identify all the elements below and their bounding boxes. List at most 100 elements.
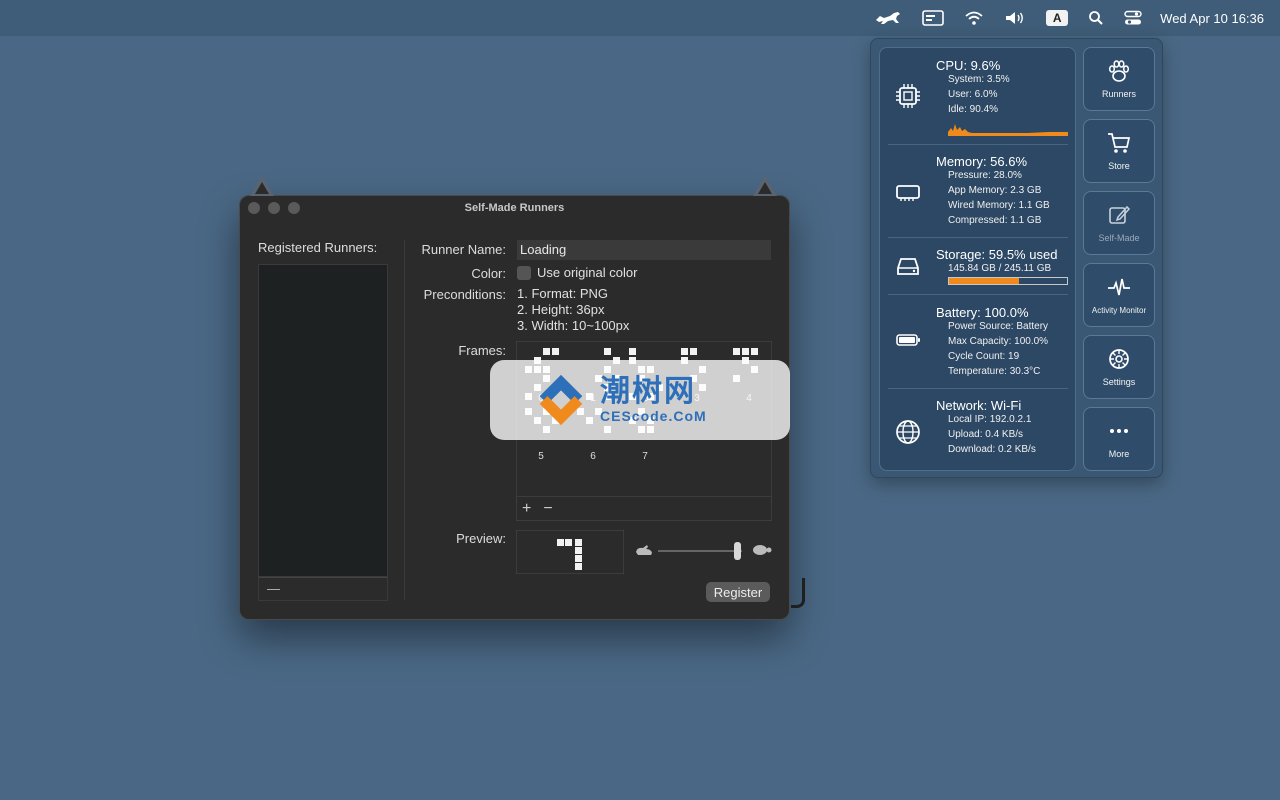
memory-compressed: Compressed: 1.1 GB xyxy=(948,215,1042,226)
memory-wired: Wired Memory: 1.1 GB xyxy=(948,200,1050,211)
preconditions-label: Preconditions: xyxy=(423,287,506,302)
watermark-logo-icon xyxy=(539,374,583,426)
input-source-icon[interactable]: A xyxy=(1036,0,1078,36)
precondition-item: 2. Height: 36px xyxy=(517,302,605,317)
register-button[interactable]: Register xyxy=(706,582,770,602)
vertical-divider xyxy=(404,240,405,600)
cart-icon xyxy=(1108,133,1131,153)
precondition-item: 3. Width: 10~100px xyxy=(517,318,630,333)
frame-pixel xyxy=(690,348,697,355)
store-button[interactable]: Store xyxy=(1083,119,1155,183)
registered-runners-label: Registered Runners: xyxy=(258,240,378,255)
control-center-icon[interactable] xyxy=(1114,0,1152,36)
slider-thumb[interactable] xyxy=(733,542,741,560)
rabbit-icon xyxy=(636,545,652,555)
remove-frame-button[interactable]: − xyxy=(543,500,552,518)
menu-clock[interactable]: Wed Apr 10 16:36 xyxy=(1152,11,1264,26)
memory-app: App Memory: 2.3 GB xyxy=(948,185,1042,196)
frames-label: Frames: xyxy=(458,343,506,358)
cpu-icon xyxy=(896,84,920,108)
slider-track[interactable] xyxy=(658,550,742,552)
storage-title: Storage: 59.5% used xyxy=(936,247,1058,262)
network-local-ip: Local IP: 192.0.2.1 xyxy=(948,414,1032,425)
precondition-item: 1. Format: PNG xyxy=(517,286,609,301)
network-title: Network: Wi-Fi xyxy=(936,398,1022,413)
cpu-title: CPU: 9.6% xyxy=(936,58,1001,73)
memory-title: Memory: 56.6% xyxy=(936,154,1028,169)
turtle-icon xyxy=(753,545,772,555)
storage-usage-fill xyxy=(949,278,1020,284)
menu-bar: A Wed Apr 10 16:36 xyxy=(0,0,1280,36)
battery-temperature: Temperature: 30.3°C xyxy=(948,366,1041,377)
spotlight-search-icon[interactable] xyxy=(1078,0,1114,36)
settings-button[interactable]: Settings xyxy=(1083,335,1155,399)
store-button-label: Store xyxy=(1108,161,1130,171)
frame-pixel xyxy=(552,348,559,355)
display-icon[interactable] xyxy=(912,0,954,36)
more-button[interactable]: More xyxy=(1083,407,1155,471)
battery-title: Battery: 100.0% xyxy=(936,305,1029,320)
speed-slider[interactable] xyxy=(634,541,774,561)
frame-pixel xyxy=(751,348,758,355)
watermark-chinese-text: 潮树网 xyxy=(600,375,696,408)
preview-label: Preview: xyxy=(456,531,506,546)
cat-tail xyxy=(791,578,805,608)
use-original-color-checkbox[interactable]: Use original color xyxy=(517,265,637,280)
globe-icon xyxy=(896,420,920,444)
frame-number: 5 xyxy=(538,451,544,462)
network-download: Download: 0.2 KB/s xyxy=(948,444,1036,455)
preconditions-list: 1. Format: PNG 2. Height: 36px 3. Width:… xyxy=(517,286,629,334)
window-title: Self-Made Runners xyxy=(464,202,565,214)
storage-detail: 145.84 GB / 245.11 GB xyxy=(948,263,1052,274)
cpu-system: System: 3.5% xyxy=(948,74,1010,85)
battery-icon xyxy=(896,334,920,346)
paw-icon xyxy=(1108,60,1130,82)
frame-pixel xyxy=(604,348,611,355)
frame-number: 6 xyxy=(590,451,596,462)
frame-pixel xyxy=(733,348,740,355)
runner-cat-icon[interactable] xyxy=(864,0,912,36)
battery-power-source: Power Source: Battery xyxy=(948,321,1049,332)
frame-pixel xyxy=(543,348,550,355)
wifi-icon[interactable] xyxy=(954,0,994,36)
stats-panel: CPU: 9.6% System: 3.5% User: 6.0% Idle: … xyxy=(870,38,1163,478)
title-bar: Self-Made Runners xyxy=(240,196,789,220)
battery-max-capacity: Max Capacity: 100.0% xyxy=(948,336,1049,347)
runner-name-label: Runner Name: xyxy=(421,242,506,257)
runners-button-label: Runners xyxy=(1101,89,1137,99)
pulse-icon xyxy=(1108,278,1130,295)
storage-usage-bar xyxy=(948,277,1068,285)
runner-name-input[interactable]: Loading xyxy=(517,240,771,260)
storage-drive-icon xyxy=(897,258,919,275)
more-button-label: More xyxy=(1108,449,1130,459)
frame-number: 7 xyxy=(642,451,648,462)
battery-cycle-count: Cycle Count: 19 xyxy=(948,351,1020,362)
use-original-color-label: Use original color xyxy=(537,265,638,280)
volume-icon[interactable] xyxy=(994,0,1036,36)
watermark-overlay: 潮树网 CEScode.CoM xyxy=(490,360,790,440)
activity-monitor-button[interactable]: Activity Monitor xyxy=(1083,263,1155,327)
activity-monitor-button-label: Activity Monitor xyxy=(1091,305,1147,315)
frame-pixel xyxy=(681,348,688,355)
edit-icon xyxy=(1109,205,1131,224)
network-upload: Upload: 0.4 KB/s xyxy=(948,429,1024,440)
cat-ear-right xyxy=(753,176,777,196)
system-stats: CPU: 9.6% System: 3.5% User: 6.0% Idle: … xyxy=(879,47,1076,471)
checkbox-box[interactable] xyxy=(517,265,531,280)
frame-pixel xyxy=(742,348,749,355)
self-made-button[interactable]: Self-Made xyxy=(1083,191,1155,255)
color-label: Color: xyxy=(471,266,506,281)
cpu-user: User: 6.0% xyxy=(948,89,998,100)
remove-runner-button[interactable]: — xyxy=(258,577,388,601)
frames-toolbar: + − xyxy=(516,496,772,521)
cpu-history-graph xyxy=(948,124,1068,136)
cpu-idle: Idle: 90.4% xyxy=(948,104,999,115)
ellipsis-icon xyxy=(1110,429,1128,433)
settings-button-label: Settings xyxy=(1102,377,1136,387)
registered-runners-list[interactable] xyxy=(258,264,388,577)
runners-button[interactable]: Runners xyxy=(1083,47,1155,111)
preview-box xyxy=(516,530,624,574)
self-made-button-label: Self-Made xyxy=(1098,233,1140,243)
add-frame-button[interactable]: + xyxy=(522,500,531,518)
watermark-english-text: CEScode.CoM xyxy=(600,408,707,424)
